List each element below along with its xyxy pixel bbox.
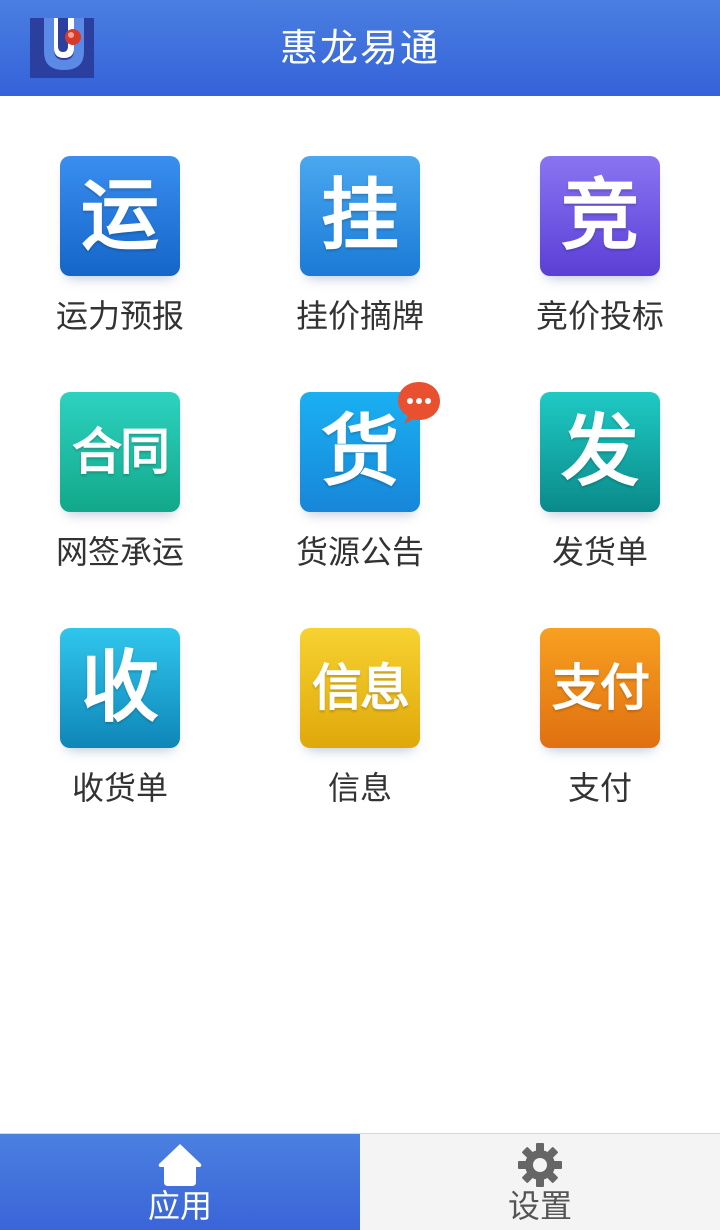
tile-listing-price[interactable]: 挂 挂价摘牌: [240, 156, 480, 356]
contract-icon[interactable]: 合同: [60, 392, 180, 512]
capacity-forecast-icon[interactable]: 运: [60, 156, 180, 276]
shipping-order-icon[interactable]: 发: [540, 392, 660, 512]
page-title: 惠龙易通: [279, 26, 440, 70]
tile-glyph: 竞: [560, 171, 639, 261]
tile-shipping-order[interactable]: 发 发货单: [480, 392, 720, 592]
bidding-icon[interactable]: 竞: [540, 156, 660, 276]
tile-glyph: 货: [320, 407, 399, 497]
app-header: 惠龙易通: [0, 0, 720, 96]
tile-glyph: 发: [560, 407, 639, 497]
tile-receipt-order[interactable]: 收 收货单: [0, 628, 240, 828]
tab-apps-label: 应用: [147, 1187, 212, 1225]
tile-label: 挂价摘牌: [295, 297, 424, 335]
tab-settings[interactable]: 设置: [360, 1134, 720, 1230]
tile-cargo-notice[interactable]: 货 货源公告: [240, 392, 480, 592]
home-icon: [158, 1144, 202, 1186]
payment-icon[interactable]: 支付: [540, 628, 660, 748]
tile-glyph: 信息: [312, 659, 410, 717]
tile-glyph: 挂: [320, 171, 399, 261]
tab-apps[interactable]: 应用: [0, 1134, 360, 1230]
tile-payment[interactable]: 支付 支付: [480, 628, 720, 828]
receipt-order-icon[interactable]: 收: [60, 628, 180, 748]
tile-bidding[interactable]: 竞 竞价投标: [480, 156, 720, 356]
tile-label: 信息: [327, 769, 392, 807]
tile-glyph: 收: [80, 643, 159, 733]
tile-label: 发货单: [551, 533, 648, 571]
info-icon[interactable]: 信息: [300, 628, 420, 748]
tile-glyph: 运: [80, 171, 159, 261]
tile-label: 网签承运: [55, 533, 184, 571]
gear-icon: [518, 1143, 562, 1187]
tile-capacity-forecast[interactable]: 运 运力预报: [0, 156, 240, 356]
tile-glyph: 合同: [72, 423, 170, 481]
tab-settings-label: 设置: [507, 1187, 572, 1225]
tile-label: 支付: [567, 769, 632, 807]
tile-label: 货源公告: [295, 533, 424, 571]
chat-bubble-icon: [398, 382, 440, 424]
tile-glyph: 支付: [552, 659, 650, 717]
tile-info[interactable]: 信息 信息: [240, 628, 480, 828]
tile-label: 收货单: [71, 769, 168, 807]
tile-label: 竞价投标: [535, 297, 664, 335]
listing-price-icon[interactable]: 挂: [300, 156, 420, 276]
bottom-nav: 应用 设置: [0, 1133, 720, 1230]
tile-label: 运力预报: [55, 297, 184, 335]
tile-contract[interactable]: 合同 网签承运: [0, 392, 240, 592]
